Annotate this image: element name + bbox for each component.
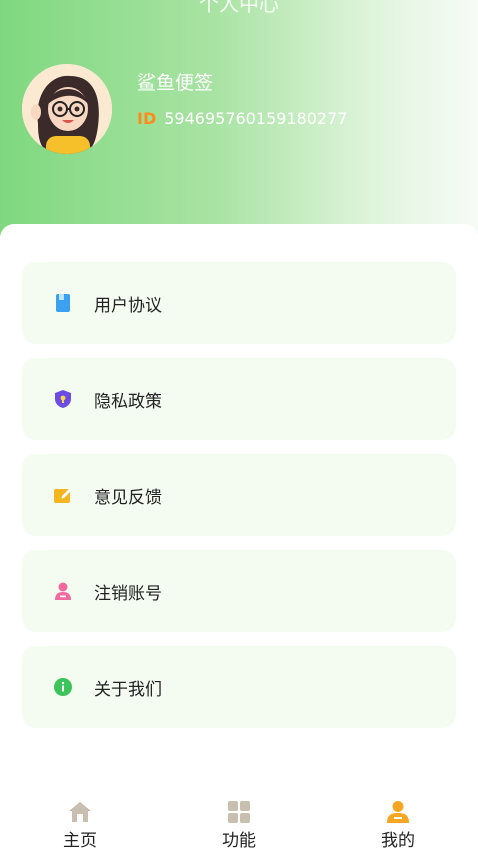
avatar[interactable] [22, 64, 112, 154]
profile-icon [387, 801, 409, 823]
menu-item-label: 关于我们 [94, 679, 162, 700]
menu-item-label: 注销账号 [94, 583, 162, 604]
bottom-tab-bar: 主页 功能 我的 [0, 790, 478, 851]
menu-item-privacy-policy[interactable]: 隐私政策 [22, 358, 456, 440]
tab-mine[interactable]: 我的 [348, 800, 448, 851]
profile-header: 个人中心 鲨鱼便签 ID 594695760159180277 [0, 0, 478, 245]
shield-icon [54, 390, 72, 408]
grid-icon [228, 801, 250, 823]
tab-label: 功能 [222, 831, 256, 851]
tab-label: 主页 [63, 831, 97, 851]
tab-label: 我的 [381, 831, 415, 851]
menu-item-feedback[interactable]: 意见反馈 [22, 454, 456, 536]
tab-functions[interactable]: 功能 [189, 800, 289, 851]
menu-item-delete-account[interactable]: 注销账号 [22, 550, 456, 632]
edit-note-icon [54, 486, 72, 504]
tab-home[interactable]: 主页 [30, 800, 130, 851]
avatar-illustration-icon [22, 64, 112, 154]
nickname: 鲨鱼便签 [137, 72, 214, 94]
page-title: 个人中心 [199, 0, 279, 16]
menu-item-label: 意见反馈 [94, 487, 162, 508]
id-label: ID [137, 109, 157, 128]
user-id-value: 594695760159180277 [164, 109, 348, 128]
menu-panel: 用户协议 隐私政策 意见反馈 注销账号 关于我们 [0, 224, 478, 850]
book-icon [54, 294, 72, 312]
user-remove-icon [54, 582, 72, 600]
home-icon [69, 802, 91, 822]
menu-item-label: 隐私政策 [94, 391, 162, 412]
menu-item-user-agreement[interactable]: 用户协议 [22, 262, 456, 344]
info-icon [54, 678, 72, 696]
user-id-row: ID 594695760159180277 [137, 109, 347, 128]
menu-item-label: 用户协议 [94, 295, 162, 316]
menu-item-about-us[interactable]: 关于我们 [22, 646, 456, 728]
